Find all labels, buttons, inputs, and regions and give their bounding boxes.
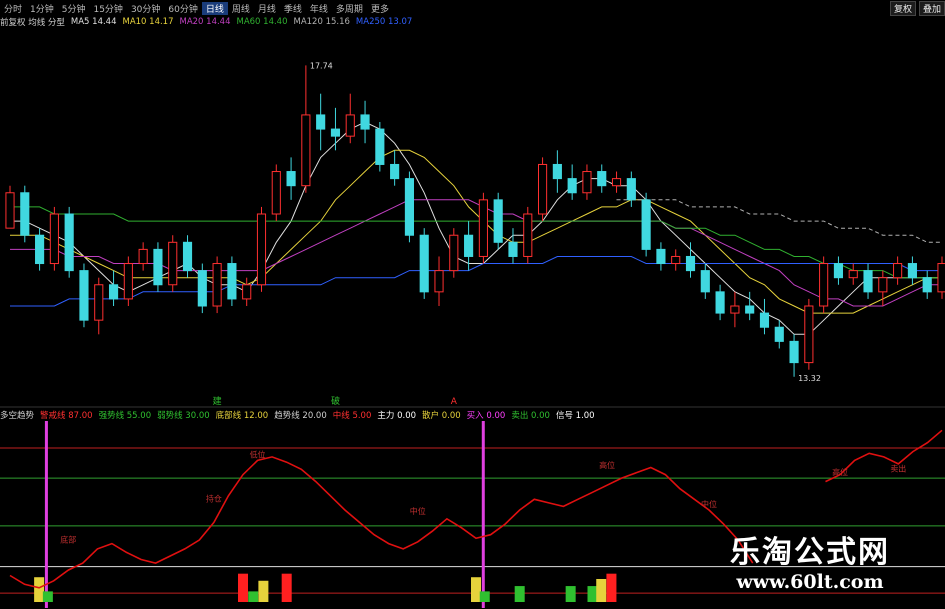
candle-body bbox=[123, 263, 133, 300]
candle-body bbox=[434, 270, 444, 293]
candle-body bbox=[907, 263, 917, 279]
candle-body bbox=[360, 114, 370, 130]
candle-body bbox=[819, 263, 829, 307]
signal-bar bbox=[258, 580, 269, 602]
candle-body bbox=[153, 248, 163, 286]
candle-body bbox=[759, 312, 770, 328]
candle-body bbox=[464, 234, 474, 257]
signal-bar bbox=[238, 573, 248, 602]
candle-body bbox=[449, 234, 459, 272]
candle-body bbox=[286, 171, 296, 187]
candle-body bbox=[64, 213, 74, 272]
candle-body bbox=[256, 213, 267, 286]
candle-body bbox=[715, 291, 725, 314]
candle-body bbox=[212, 263, 222, 307]
candle-body bbox=[197, 270, 207, 307]
candle-body bbox=[478, 199, 488, 257]
candle-body bbox=[20, 192, 30, 236]
candle-body bbox=[937, 263, 945, 293]
candle-body bbox=[611, 178, 622, 187]
candle-body bbox=[271, 171, 281, 215]
signal-bar bbox=[42, 591, 53, 602]
candle-body bbox=[833, 263, 844, 279]
candle-body bbox=[641, 199, 651, 250]
candle-body bbox=[390, 163, 400, 180]
candle-body bbox=[94, 284, 104, 321]
candle-body bbox=[538, 163, 548, 215]
candle-body bbox=[789, 340, 799, 364]
candle-body bbox=[508, 241, 518, 257]
candle-body bbox=[893, 263, 903, 279]
candle-body bbox=[79, 270, 89, 321]
ma-line-ma20 bbox=[10, 199, 942, 307]
watermark-url: www.60lt.com bbox=[736, 571, 884, 593]
candle-body bbox=[345, 114, 355, 137]
ma-line-ma5 bbox=[10, 121, 942, 335]
candle-body bbox=[567, 178, 577, 194]
candle-body bbox=[523, 213, 533, 257]
zone-label: 底部 bbox=[60, 534, 76, 544]
zone-label: 卖出 bbox=[890, 464, 906, 474]
low-price-label: 13.32 bbox=[798, 374, 821, 383]
candle-body bbox=[730, 305, 740, 314]
candle-body bbox=[316, 114, 326, 130]
signal-bar bbox=[34, 577, 45, 602]
candle-body bbox=[582, 171, 592, 194]
zone-label: 中位 bbox=[410, 506, 426, 516]
signal-bar bbox=[606, 573, 617, 602]
signal-bar bbox=[596, 578, 607, 602]
signal-bar bbox=[514, 586, 525, 602]
zone-label: 低位 bbox=[250, 449, 266, 459]
candle-body bbox=[685, 255, 696, 272]
candle-body bbox=[301, 114, 311, 187]
candle-body bbox=[375, 128, 385, 165]
candle-body bbox=[168, 241, 178, 286]
signal-bar bbox=[471, 577, 481, 602]
candle-body bbox=[863, 270, 873, 293]
candle-body bbox=[35, 234, 45, 265]
candle-body bbox=[330, 128, 341, 137]
candle-body bbox=[493, 199, 503, 243]
candle-body bbox=[878, 277, 888, 293]
signal-marker: A bbox=[451, 397, 458, 407]
candle-body bbox=[745, 305, 755, 314]
candle-body bbox=[804, 305, 814, 364]
candle-body bbox=[626, 178, 636, 201]
signal-bar bbox=[565, 586, 576, 602]
stock-chart[interactable]: 17.74 13.32 建 破 A 底部 低位持仓中位 高位中位 高位 卖出 bbox=[0, 0, 945, 609]
high-price-label: 17.74 bbox=[310, 61, 333, 70]
signal-bar bbox=[281, 573, 292, 602]
signal-bar bbox=[587, 586, 598, 602]
candle-body bbox=[182, 241, 193, 272]
signal-marker: 建 bbox=[213, 395, 222, 407]
candle-body bbox=[5, 192, 15, 229]
candle-body bbox=[700, 270, 710, 293]
watermark: 乐淘公式网 www.60lt.com bbox=[690, 527, 930, 593]
ma-line-ma120 bbox=[616, 199, 942, 243]
candle-body bbox=[138, 248, 148, 265]
zone-label: 高位 bbox=[832, 467, 848, 477]
signal-bar bbox=[248, 591, 259, 602]
candle-body bbox=[671, 255, 681, 265]
zone-label: 持仓 bbox=[206, 494, 222, 504]
candle-body bbox=[242, 284, 252, 300]
candle-body bbox=[656, 248, 666, 265]
candle-body bbox=[404, 178, 414, 236]
candle-body bbox=[49, 213, 59, 265]
candle-body bbox=[419, 234, 429, 293]
watermark-title: 乐淘公式网 bbox=[730, 535, 890, 570]
candle-body bbox=[108, 284, 119, 300]
candle-body bbox=[227, 263, 237, 300]
candle-body bbox=[922, 277, 932, 293]
candle-body bbox=[848, 270, 858, 279]
candle-body bbox=[597, 171, 607, 187]
zone-label: 中位 bbox=[701, 499, 717, 509]
candle-body bbox=[552, 163, 562, 180]
candle-body bbox=[774, 326, 784, 342]
zone-label: 高位 bbox=[599, 460, 615, 470]
signal-bar bbox=[479, 591, 490, 602]
signal-marker: 破 bbox=[331, 395, 340, 407]
